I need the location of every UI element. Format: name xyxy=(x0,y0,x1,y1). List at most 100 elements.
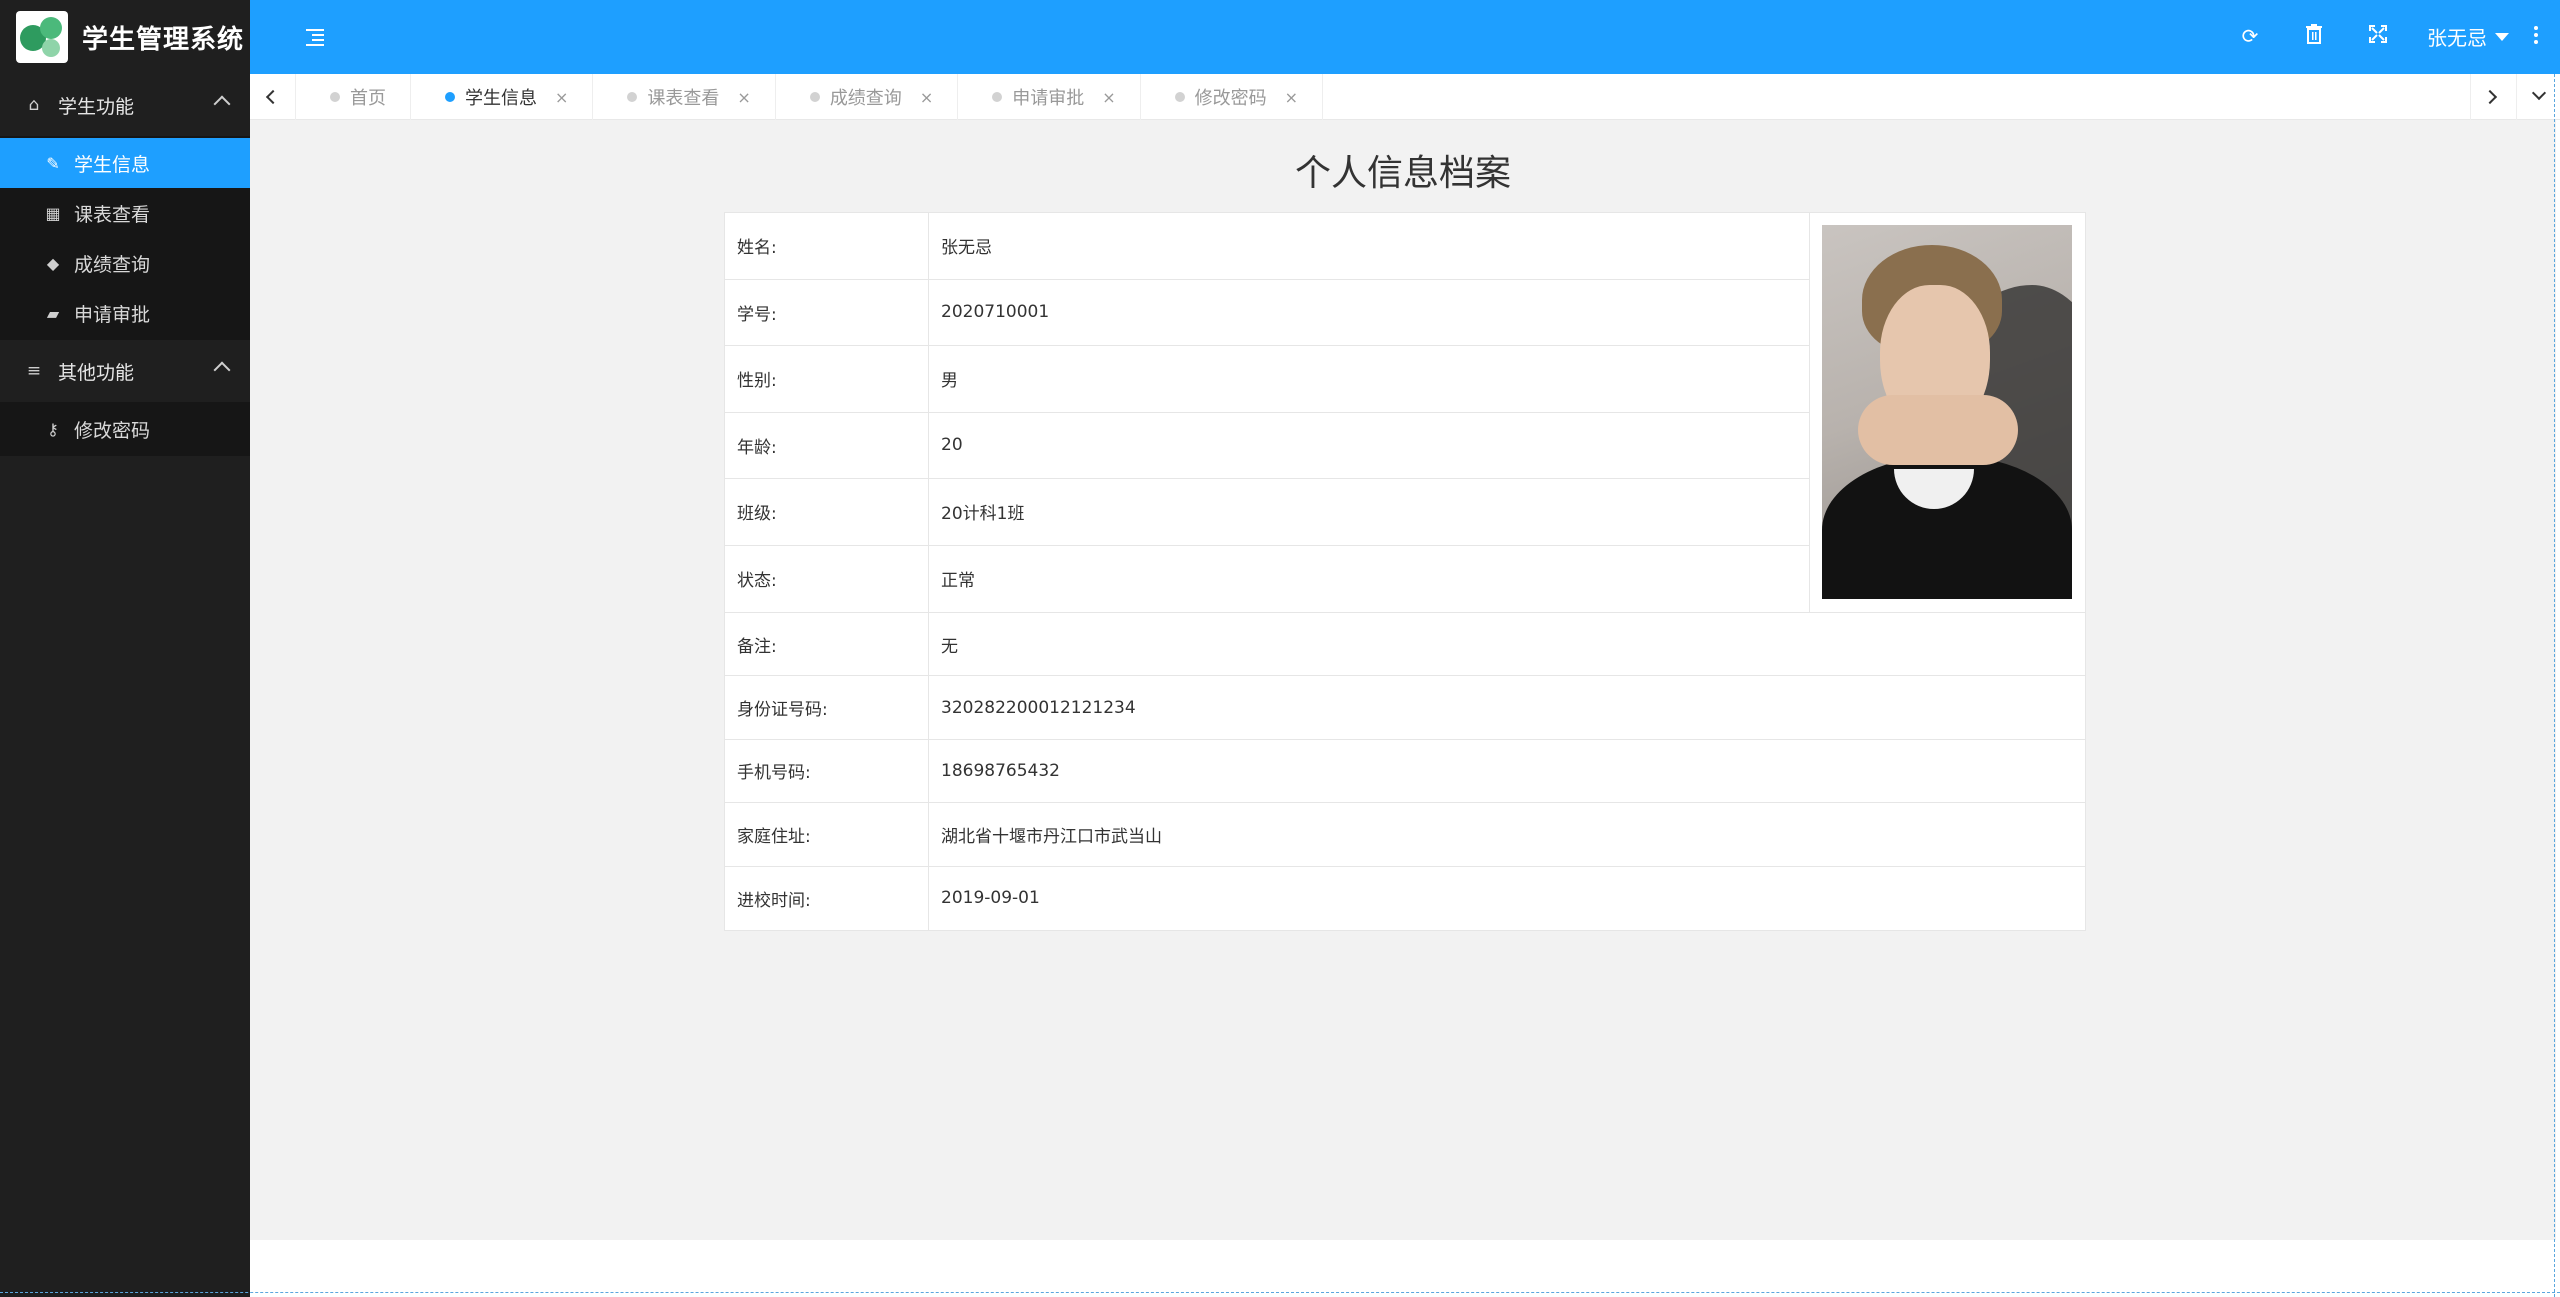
divider xyxy=(0,1292,2560,1293)
tab-timetable[interactable]: 课表查看 × xyxy=(593,74,776,120)
field-label: 年龄: xyxy=(725,412,929,478)
nav-group-other[interactable]: ≡ 其他功能 xyxy=(0,340,250,402)
tab-bar: 首页 学生信息 × 课表查看 × 成绩查询 × 申请审批 × 修改密码 × xyxy=(250,74,2560,120)
tab-dot-icon xyxy=(1174,92,1185,102)
main-content: 个人信息档案 姓名: 张无忌 学号: 2020710001 性别: 男 年龄: … xyxy=(250,120,2556,1240)
profile-top-block: 姓名: 张无忌 学号: 2020710001 性别: 男 年龄: 20 班级: xyxy=(725,213,2085,613)
close-icon[interactable]: × xyxy=(1285,88,1298,107)
field-value: 湖北省十堰市丹江口市武当山 xyxy=(941,826,1162,847)
field-value: 20计科1班 xyxy=(941,504,1025,525)
field-label: 备注: xyxy=(725,613,929,676)
tab-label: 学生信息 xyxy=(465,88,537,109)
table-row: 状态: 正常 xyxy=(725,545,1809,612)
field-label: 进校时间: xyxy=(725,866,929,930)
close-icon[interactable]: × xyxy=(920,88,933,107)
nav-group-student[interactable]: ⌂ 学生功能 xyxy=(0,74,250,136)
tab-label: 修改密码 xyxy=(1194,88,1267,109)
app-logo xyxy=(16,11,68,63)
table-row: 身份证号码: 320282200012121234 xyxy=(725,676,2085,740)
graduation-cap-icon: ◆ xyxy=(46,253,60,273)
fullscreen-icon[interactable] xyxy=(2366,24,2390,48)
sidebar-item-label: 学生信息 xyxy=(74,153,151,176)
field-value: 张无忌 xyxy=(941,238,992,259)
sidebar-item-student-info[interactable]: ✎ 学生信息 xyxy=(0,138,250,188)
field-value: 320282200012121234 xyxy=(941,697,1136,718)
photo-cell xyxy=(1809,213,2085,612)
tabs: 首页 学生信息 × 课表查看 × 成绩查询 × 申请审批 × 修改密码 × xyxy=(296,74,1324,120)
more-vertical-icon[interactable] xyxy=(2533,26,2539,46)
app-title: 学生管理系统 xyxy=(82,24,245,55)
chevron-up-icon xyxy=(213,95,231,113)
field-value: 18698765432 xyxy=(941,760,1060,781)
field-value: 无 xyxy=(941,636,958,657)
field-value: 20 xyxy=(941,435,963,456)
tab-change-password[interactable]: 修改密码 × xyxy=(1141,74,1324,120)
tab-grades[interactable]: 成绩查询 × xyxy=(776,74,959,120)
divider xyxy=(2554,74,2555,1297)
field-label: 身份证号码: xyxy=(725,676,929,739)
trash-icon[interactable] xyxy=(2302,24,2326,48)
tab-home[interactable]: 首页 xyxy=(296,74,411,120)
field-value: 2020710001 xyxy=(941,302,1050,323)
sidebar-item-label: 成绩查询 xyxy=(74,253,151,276)
field-label: 姓名: xyxy=(725,213,929,279)
tab-dot-icon xyxy=(445,92,455,102)
close-icon[interactable]: × xyxy=(555,88,568,107)
tab-label: 首页 xyxy=(350,88,386,109)
field-value: 正常 xyxy=(941,571,975,592)
table-row: 备注: 无 xyxy=(725,613,2085,677)
book-icon: ▰ xyxy=(46,303,60,323)
tab-dot-icon xyxy=(330,92,340,102)
tab-approval[interactable]: 申请审批 × xyxy=(958,74,1141,120)
tab-dot-icon xyxy=(992,92,1003,102)
student-photo xyxy=(1822,225,2072,599)
user-menu[interactable]: 张无忌 xyxy=(2427,22,2509,51)
sidebar: ⌂ 学生功能 ✎ 学生信息 ▦ 课表查看 ◆ 成绩查询 ▰ 申请审批 ≡ 其他功… xyxy=(0,74,250,1297)
field-value: 男 xyxy=(941,371,958,392)
table-row: 家庭住址: 湖北省十堰市丹江口市武当山 xyxy=(725,803,2085,867)
field-label: 状态: xyxy=(725,545,929,612)
sidebar-item-timetable[interactable]: ▦ 课表查看 xyxy=(0,188,250,238)
table-icon: ▦ xyxy=(45,203,61,223)
chevron-up-icon xyxy=(213,361,231,379)
tab-scroll-right-icon[interactable] xyxy=(2470,74,2516,120)
profile-table: 姓名: 张无忌 学号: 2020710001 性别: 男 年龄: 20 班级: xyxy=(724,212,2086,931)
nav-group-label: 学生功能 xyxy=(58,95,135,118)
tab-student-info[interactable]: 学生信息 × xyxy=(411,74,594,120)
profile-bottom-rows: 备注: 无 身份证号码: 320282200012121234 手机号码: 18… xyxy=(725,613,2085,930)
user-name: 张无忌 xyxy=(2427,26,2487,50)
table-row: 班级: 20计科1班 xyxy=(725,479,1809,546)
sidebar-item-label: 申请审批 xyxy=(74,303,151,326)
field-label: 手机号码: xyxy=(725,739,929,803)
page-title: 个人信息档案 xyxy=(1294,153,1511,194)
close-icon[interactable]: × xyxy=(737,88,750,107)
caret-down-icon xyxy=(2495,32,2509,41)
nav-sub-student: ✎ 学生信息 ▦ 课表查看 ◆ 成绩查询 ▰ 申请审批 xyxy=(0,136,250,340)
field-label: 班级: xyxy=(725,479,929,545)
refresh-icon[interactable]: ⟳ xyxy=(2238,24,2262,48)
table-row: 年龄: 20 xyxy=(725,412,1809,479)
field-label: 学号: xyxy=(725,279,929,345)
sidebar-item-approval[interactable]: ▰ 申请审批 xyxy=(0,288,250,338)
nav-group-label: 其他功能 xyxy=(58,361,135,384)
table-row: 姓名: 张无忌 xyxy=(725,213,1809,280)
close-icon[interactable]: × xyxy=(1102,88,1115,107)
table-row: 性别: 男 xyxy=(725,346,1809,413)
sidebar-item-grades[interactable]: ◆ 成绩查询 xyxy=(0,238,250,288)
table-row: 进校时间: 2019-09-01 xyxy=(725,866,2085,930)
edit-icon: ✎ xyxy=(46,153,60,173)
tab-label: 成绩查询 xyxy=(829,88,902,109)
table-row: 学号: 2020710001 xyxy=(725,279,1809,346)
home-icon: ⌂ xyxy=(28,95,40,115)
field-label: 性别: xyxy=(725,346,929,412)
field-value: 2019-09-01 xyxy=(941,888,1040,909)
tab-scroll-left-icon[interactable] xyxy=(250,74,296,120)
logo-area: 学生管理系统 xyxy=(0,0,250,74)
key-icon: ⚷ xyxy=(47,419,59,439)
menu-toggle-icon[interactable] xyxy=(304,24,328,48)
sidebar-item-change-password[interactable]: ⚷ 修改密码 xyxy=(0,404,250,454)
nav-sub-other: ⚷ 修改密码 xyxy=(0,402,250,456)
sidebar-item-label: 课表查看 xyxy=(74,203,151,226)
top-bar: ⟳ 张无忌 xyxy=(250,0,2560,74)
bars-icon: ≡ xyxy=(26,361,42,381)
